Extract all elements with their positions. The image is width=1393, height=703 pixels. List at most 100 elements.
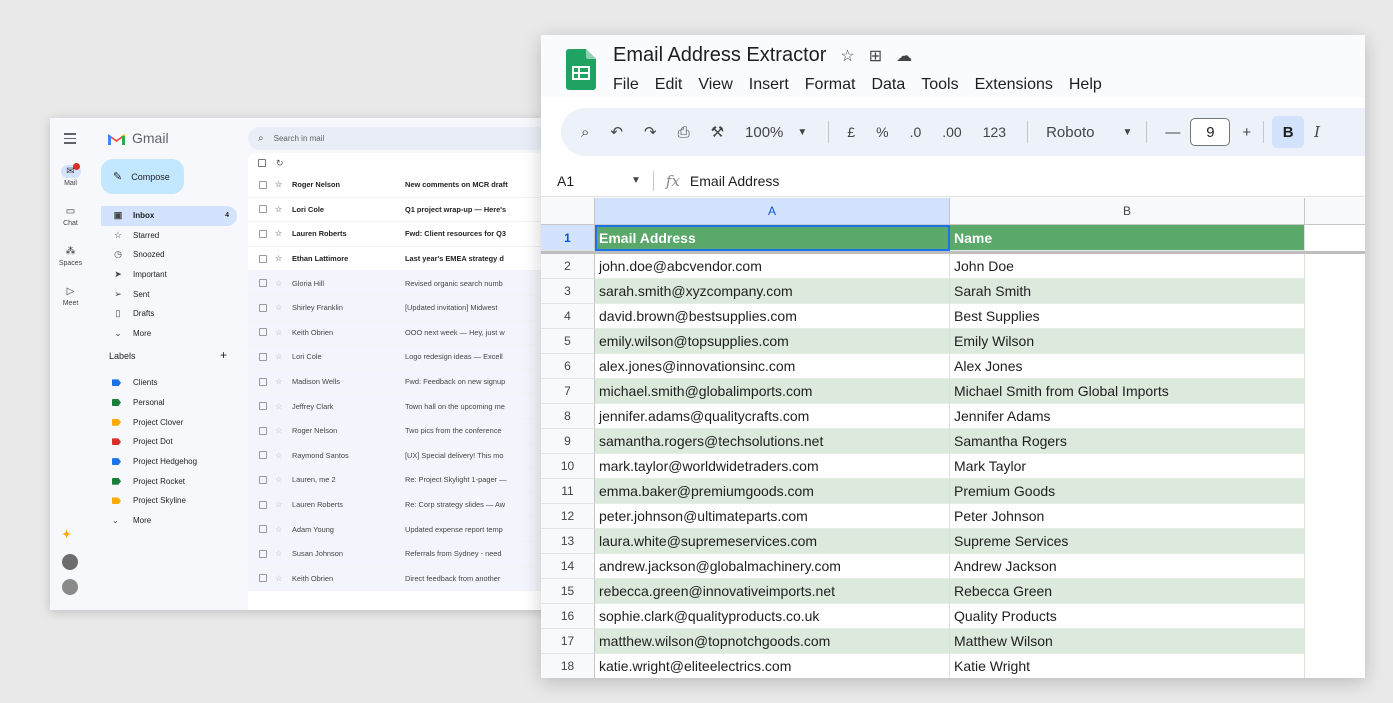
name-cell[interactable]: Matthew Wilson	[950, 629, 1305, 654]
rail-chat[interactable]: ▭ Chat	[50, 205, 91, 227]
ai-icon[interactable]: ✦	[62, 528, 78, 544]
row-header[interactable]: 4	[541, 304, 595, 329]
row-header[interactable]: 16	[541, 604, 595, 629]
star-icon[interactable]: ☆	[840, 46, 854, 66]
search-input[interactable]: Search in mail	[274, 134, 325, 143]
decrease-font-size-button[interactable]: —	[1165, 124, 1180, 141]
row-header[interactable]: 6	[541, 354, 595, 379]
star-icon[interactable]: ☆	[275, 500, 287, 509]
row-checkbox[interactable]	[259, 279, 267, 288]
refresh-icon[interactable]: ↻	[276, 158, 284, 169]
email-row[interactable]: ☆ Keith Obrien OOO next week — Hey, just w	[248, 320, 550, 346]
add-label-icon[interactable]: +	[220, 349, 227, 361]
row-header[interactable]: 12	[541, 504, 595, 529]
menu-data[interactable]: Data	[871, 76, 905, 94]
search-bar[interactable]: ⌕ Search in mail	[248, 127, 550, 150]
avatar[interactable]	[62, 554, 78, 570]
star-icon[interactable]: ☆	[275, 475, 287, 484]
email-cell[interactable]: mark.taylor@worldwidetraders.com	[595, 454, 950, 479]
print-icon[interactable]: ⎙	[678, 124, 690, 141]
menu-insert[interactable]: Insert	[749, 76, 789, 94]
email-row[interactable]: ☆ Shirley Franklin [Updated invitation] Mi…	[248, 295, 550, 321]
email-row[interactable]: ☆ Gloria Hill Revised organic search numb	[248, 271, 550, 296]
email-cell[interactable]: peter.johnson@ultimateparts.com	[595, 504, 950, 529]
nav-item-important[interactable]: ➤ Important	[101, 265, 237, 285]
star-icon[interactable]: ☆	[275, 402, 287, 411]
name-cell[interactable]: Peter Johnson	[950, 504, 1305, 529]
row-header[interactable]: 2	[541, 254, 595, 279]
row-header[interactable]: 14	[541, 554, 595, 579]
row-header[interactable]: 11	[541, 479, 595, 504]
email-cell[interactable]: john.doe@abcvendor.com	[595, 254, 950, 279]
column-header-b[interactable]: B	[950, 198, 1305, 224]
email-cell[interactable]: katie.wright@eliteelectrics.com	[595, 654, 950, 678]
zoom-select[interactable]: 100% ▼	[745, 124, 807, 141]
chevron-down-icon[interactable]: ▼	[631, 175, 641, 186]
row-checkbox[interactable]	[259, 402, 267, 411]
email-row[interactable]: ☆ Lauren Roberts Re: Corp strategy slides …	[248, 492, 550, 518]
percent-format-button[interactable]: %	[876, 124, 888, 140]
email-row[interactable]: ☆ Lauren Roberts Fwd: Client resources for…	[248, 222, 550, 247]
labels-more[interactable]: ⌄ More	[101, 511, 237, 531]
number-format-button[interactable]: 123	[983, 124, 1006, 140]
name-cell[interactable]: Andrew Jackson	[950, 554, 1305, 579]
row-checkbox[interactable]	[259, 451, 267, 460]
search-menus-icon[interactable]: ⌕	[581, 124, 589, 141]
row-checkbox[interactable]	[259, 229, 267, 238]
nav-item-more[interactable]: ⌄ More	[101, 324, 237, 344]
redo-icon[interactable]: ↷	[644, 123, 657, 141]
row-checkbox[interactable]	[259, 328, 267, 337]
email-row[interactable]: ☆ Roger Nelson New comments on MCR draft	[248, 173, 550, 198]
row-checkbox[interactable]	[259, 525, 267, 534]
star-icon[interactable]: ☆	[275, 574, 287, 583]
font-size-input[interactable]: 9	[1190, 118, 1231, 146]
font-select[interactable]: Roboto ▼	[1046, 124, 1132, 141]
main-menu-icon[interactable]	[64, 133, 76, 147]
name-cell[interactable]: Alex Jones	[950, 354, 1305, 379]
label-item[interactable]: Project Clover	[101, 412, 237, 432]
name-box[interactable]: A1	[541, 173, 631, 189]
menu-tools[interactable]: Tools	[921, 76, 958, 94]
row-header[interactable]: 1	[541, 225, 595, 251]
label-item[interactable]: Clients	[101, 373, 237, 393]
email-row[interactable]: ☆ Roger Nelson Two pics from the conferenc…	[248, 418, 550, 444]
undo-icon[interactable]: ↶	[610, 123, 623, 141]
star-icon[interactable]: ☆	[275, 303, 287, 312]
email-cell[interactable]: michael.smith@globalimports.com	[595, 379, 950, 404]
name-cell[interactable]: Jennifer Adams	[950, 404, 1305, 429]
bold-button[interactable]: B	[1272, 116, 1305, 148]
row-checkbox[interactable]	[259, 549, 267, 558]
rail-meet[interactable]: ▷ Meet	[50, 285, 91, 307]
currency-format-button[interactable]: £	[847, 124, 855, 140]
row-header[interactable]: 5	[541, 329, 595, 354]
email-row[interactable]: ☆ Jeffrey Clark Town hall on the upcoming …	[248, 394, 550, 419]
row-checkbox[interactable]	[259, 500, 267, 509]
column-header-a[interactable]: A	[595, 198, 950, 224]
email-cell[interactable]: alex.jones@innovationsinc.com	[595, 354, 950, 379]
menu-format[interactable]: Format	[805, 76, 856, 94]
document-title[interactable]: Email Address Extractor	[613, 44, 826, 67]
email-cell[interactable]: david.brown@bestsupplies.com	[595, 304, 950, 329]
compose-button[interactable]: ✎ Compose	[101, 159, 184, 194]
menu-view[interactable]: View	[698, 76, 732, 94]
email-cell[interactable]: matthew.wilson@topnotchgoods.com	[595, 629, 950, 654]
star-icon[interactable]: ☆	[275, 180, 287, 189]
increase-decimal-button[interactable]: .00	[942, 124, 961, 140]
formula-input[interactable]: Email Address	[690, 173, 779, 189]
label-item[interactable]: Project Rocket	[101, 471, 237, 491]
star-icon[interactable]: ☆	[275, 426, 287, 435]
cloud-saved-icon[interactable]: ☁	[896, 46, 912, 66]
row-checkbox[interactable]	[259, 205, 267, 214]
name-cell[interactable]: Best Supplies	[950, 304, 1305, 329]
star-icon[interactable]: ☆	[275, 328, 287, 337]
email-row[interactable]: ☆ Madison Wells Fwd: Feedback on new signu…	[248, 369, 550, 395]
row-checkbox[interactable]	[259, 180, 267, 189]
row-header[interactable]: 15	[541, 579, 595, 604]
row-checkbox[interactable]	[259, 303, 267, 312]
menu-edit[interactable]: Edit	[655, 76, 683, 94]
name-cell[interactable]: Mark Taylor	[950, 454, 1305, 479]
email-cell[interactable]: sophie.clark@qualityproducts.co.uk	[595, 604, 950, 629]
star-icon[interactable]: ☆	[275, 352, 287, 361]
star-icon[interactable]: ☆	[275, 549, 287, 558]
row-header[interactable]: 7	[541, 379, 595, 404]
